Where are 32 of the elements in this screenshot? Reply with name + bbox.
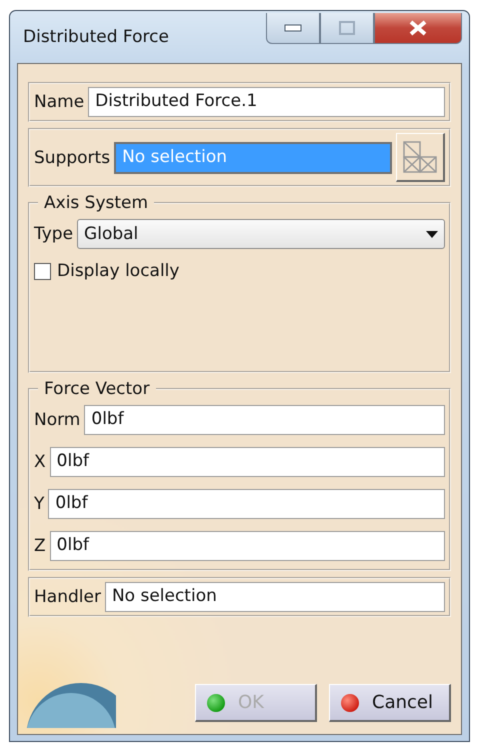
close-icon [409, 20, 427, 36]
field-label: X [34, 452, 46, 472]
minimize-icon [284, 24, 302, 32]
close-button[interactable] [374, 13, 462, 44]
checkbox-label: Display locally [57, 261, 180, 281]
group-title: Axis System [43, 193, 150, 213]
handler-label: Handler [34, 587, 101, 607]
minimize-button[interactable] [266, 13, 320, 44]
value-field[interactable]: 0lbf [84, 405, 445, 435]
selection-button[interactable] [396, 133, 445, 182]
type-label: Type [34, 224, 74, 244]
checkbox[interactable] [34, 262, 51, 280]
field-label: Norm [34, 410, 80, 430]
value-field[interactable]: 0lbf [48, 489, 445, 519]
ball-icon [206, 692, 226, 712]
caret-icon [426, 230, 438, 238]
group-title: Force Vector [43, 379, 151, 399]
window-title: Distributed Force [22, 27, 170, 47]
ball-icon [340, 692, 360, 712]
type-dropdown[interactable]: Global [77, 219, 445, 249]
supports-label: Supports [34, 148, 110, 168]
maximize-button[interactable] [320, 13, 374, 44]
grid-icon [402, 140, 438, 174]
value-field[interactable]: 0lbf [50, 447, 445, 477]
field-label: Z [34, 536, 46, 556]
handler-field[interactable]: No selection [104, 582, 445, 612]
name-label: Name [34, 92, 84, 112]
name-field[interactable]: Distributed Force.1 [88, 87, 445, 117]
cancel-button[interactable]: Cancel [329, 684, 451, 722]
maximize-icon [339, 21, 355, 35]
field-label: Y [34, 494, 44, 514]
value-field[interactable]: 0lbf [50, 531, 445, 561]
